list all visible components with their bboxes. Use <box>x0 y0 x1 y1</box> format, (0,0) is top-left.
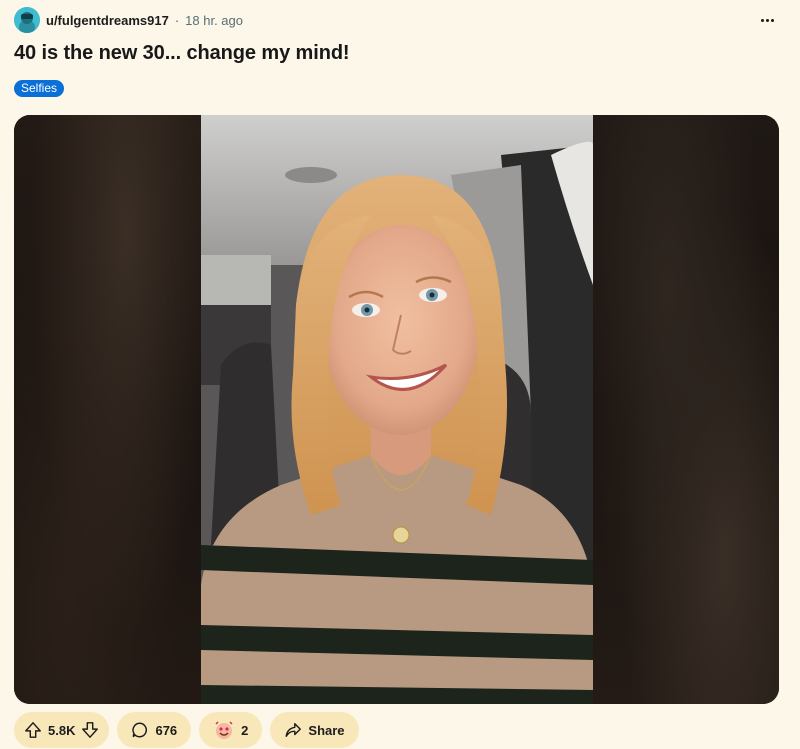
share-button[interactable]: Share <box>270 712 359 748</box>
award-button[interactable]: 2 <box>199 712 263 748</box>
award-count: 2 <box>241 722 249 738</box>
media-blur-left <box>14 115 201 704</box>
media-blur-right <box>593 115 779 704</box>
reddit-post: u/fulgentdreams917 · 18 hr. ago 40 is th… <box>0 0 800 749</box>
selfie-image <box>201 115 593 704</box>
post-header: u/fulgentdreams917 · 18 hr. ago <box>14 7 786 33</box>
more-horizontal-icon[interactable] <box>756 11 778 29</box>
post-media[interactable] <box>14 115 779 704</box>
upvote-icon[interactable] <box>24 721 42 739</box>
comments-button[interactable]: 676 <box>117 712 192 748</box>
share-label: Share <box>308 722 345 738</box>
vote-count: 5.8K <box>48 722 76 738</box>
vote-pill: 5.8K <box>14 712 110 748</box>
author-username[interactable]: u/fulgentdreams917 <box>46 13 169 28</box>
meta-separator: · <box>174 12 180 28</box>
post-timestamp: 18 hr. ago <box>185 12 243 28</box>
comment-icon <box>132 722 148 738</box>
share-icon <box>285 722 302 738</box>
downvote-icon[interactable] <box>81 721 99 739</box>
post-flair[interactable]: Selfies <box>14 80 65 97</box>
post-title[interactable]: 40 is the new 30... change my mind! <box>14 42 350 65</box>
award-icon <box>215 721 233 739</box>
author-avatar[interactable] <box>14 7 40 33</box>
post-actions: 5.8K 676 2 Share <box>14 712 359 748</box>
comment-count: 676 <box>155 722 178 738</box>
